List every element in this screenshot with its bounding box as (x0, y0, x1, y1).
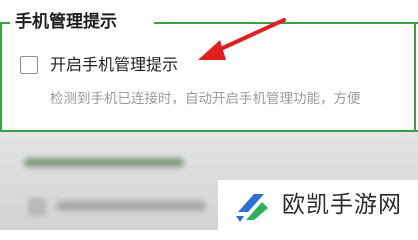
watermark-text: 欧凯手游网 (282, 192, 402, 218)
blurred-option-label (56, 201, 206, 211)
blurred-section-title (24, 158, 184, 167)
watermark-logo-icon (236, 194, 268, 222)
checkbox-label[interactable]: 开启手机管理提示 (50, 53, 178, 77)
section-title: 手机管理提示 (15, 12, 117, 32)
watermark: 欧凯手游网 (218, 180, 418, 230)
panel-border-left (0, 22, 2, 132)
panel-border-right (414, 22, 416, 132)
enable-phone-management-checkbox[interactable] (20, 56, 38, 74)
settings-panel: 手机管理提示 开启手机管理提示 检测到手机已连接时，自动开启手机管理功能，方便 (0, 0, 418, 132)
annotation-arrow-icon (198, 18, 286, 60)
blurred-checkbox (28, 198, 46, 216)
section-description: 检测到手机已连接时，自动开启手机管理功能，方便 (50, 91, 361, 107)
